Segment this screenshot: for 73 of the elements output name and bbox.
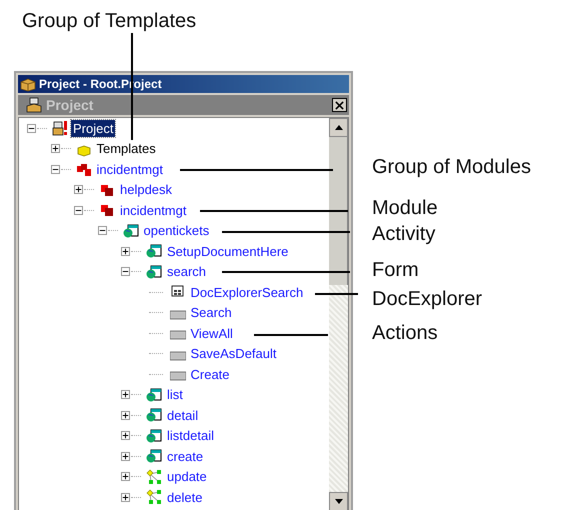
annotation-label: Form <box>372 258 419 282</box>
annotation-label: Module <box>372 196 438 220</box>
plus-icon <box>52 145 58 152</box>
plus-icon <box>122 452 129 460</box>
tree-item[interactable]: opentickets <box>142 222 212 240</box>
plus-icon <box>122 412 129 419</box>
collapse-toggle[interactable] <box>27 124 36 133</box>
flow-diagram-icon <box>146 468 162 485</box>
panel-title: Project <box>46 97 94 113</box>
scroll-up-button[interactable] <box>329 118 348 137</box>
plus-icon <box>122 248 129 255</box>
project-icon <box>52 120 68 136</box>
window-title: Project - Root.Project <box>39 77 162 91</box>
plus-icon <box>122 494 129 501</box>
tree-item[interactable]: detail <box>165 406 200 424</box>
globe-window-icon <box>122 222 138 239</box>
tree-item[interactable]: search <box>165 263 208 280</box>
tree-item[interactable]: create <box>165 448 206 465</box>
tree-item[interactable]: Templates <box>94 140 158 158</box>
scroll-down-button[interactable] <box>329 492 348 510</box>
tree-item[interactable]: update <box>165 468 209 486</box>
plus-icon <box>75 186 82 194</box>
globe-window-icon <box>146 386 162 403</box>
down-arrow-icon <box>334 499 342 504</box>
globe-window-icon <box>146 264 162 280</box>
close-button[interactable] <box>332 98 347 112</box>
expand-toggle[interactable] <box>121 472 130 482</box>
expand-toggle[interactable] <box>50 144 60 154</box>
tree-item[interactable]: listdetail <box>165 427 216 444</box>
computer-box-icon <box>26 97 42 113</box>
tree-item[interactable]: SetupDocumentHere <box>165 242 290 260</box>
tree-item[interactable]: incidentmgt <box>118 202 188 219</box>
block-icon <box>99 202 115 218</box>
tree-item[interactable]: helpdesk <box>118 181 174 198</box>
collapse-toggle[interactable] <box>74 206 83 215</box>
expand-toggle[interactable] <box>121 431 130 440</box>
globe-window-icon <box>146 428 162 444</box>
plus-icon <box>122 432 129 440</box>
flow-diagram-icon <box>146 489 162 506</box>
globe-window-icon <box>146 243 162 260</box>
expand-toggle[interactable] <box>121 246 130 256</box>
expand-toggle[interactable] <box>121 410 130 420</box>
globe-window-icon <box>146 448 162 464</box>
collapse-toggle[interactable] <box>50 164 60 174</box>
up-arrow-icon <box>334 125 342 130</box>
expand-toggle[interactable] <box>121 390 130 400</box>
annotation-label: DocExplorer <box>372 287 482 311</box>
annotation-label: Group of Templates <box>22 9 196 33</box>
box-icon <box>20 76 36 92</box>
blocks-icon <box>76 161 92 178</box>
scrollbar[interactable] <box>329 118 348 510</box>
tree-item[interactable]: SaveAsDefault <box>188 345 278 362</box>
annotation-label: Group of Modules <box>372 155 531 179</box>
leader-line <box>315 293 358 295</box>
collapse-toggle[interactable] <box>98 226 106 236</box>
expand-toggle[interactable] <box>121 492 130 502</box>
close-icon <box>335 100 344 110</box>
tree-item[interactable]: ViewAll <box>188 324 235 342</box>
annotation-label: Actions <box>372 321 438 345</box>
collapse-toggle[interactable] <box>121 267 130 276</box>
tree-item[interactable]: delete <box>165 488 204 506</box>
expand-toggle[interactable] <box>74 185 83 194</box>
plus-icon <box>122 473 129 480</box>
tree-item[interactable]: Search <box>188 304 234 322</box>
tree-item[interactable]: DocExplorerSearch <box>188 284 306 301</box>
expand-toggle[interactable] <box>121 452 130 461</box>
globe-window-icon <box>146 407 162 424</box>
tree-item[interactable]: list <box>165 386 185 404</box>
plus-icon <box>122 391 129 398</box>
tree-item[interactable]: Create <box>188 366 232 383</box>
tree-item[interactable]: incidentmgt <box>94 160 165 178</box>
annotation-label: Activity <box>372 222 436 246</box>
tree-item[interactable]: Project <box>71 120 116 137</box>
